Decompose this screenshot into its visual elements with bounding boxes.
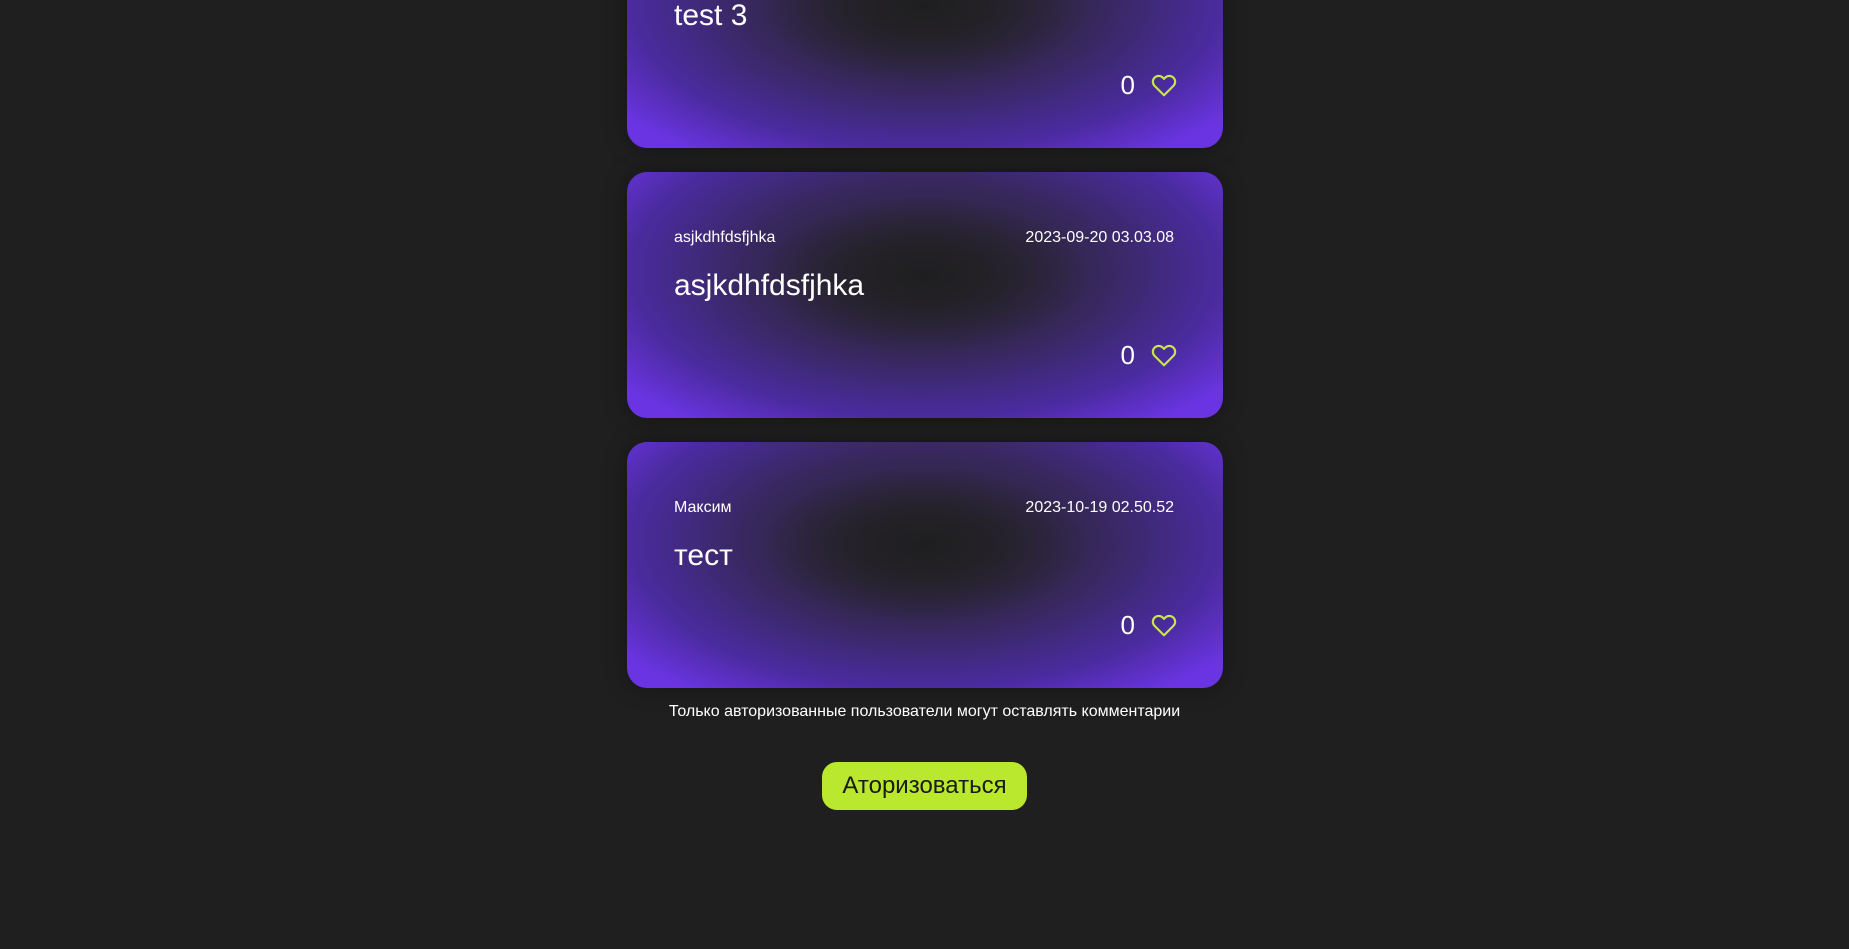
- heart-icon[interactable]: [1151, 73, 1177, 97]
- post-card: Максим 2023-10-19 02.50.52 тест 0: [627, 442, 1223, 688]
- post-title: asjkdhfdsfjhka: [674, 269, 865, 302]
- heart-icon[interactable]: [1151, 613, 1177, 637]
- like-count: 0: [1120, 70, 1135, 100]
- post-author: asjkdhfdsfjhka: [674, 229, 776, 246]
- post-card: asjkdhfdsfjhka 2023-09-20 03.03.08 asjkd…: [627, 172, 1223, 418]
- post-date: 2023-10-19 02.50.52: [1025, 499, 1174, 516]
- post-title: test 3: [674, 0, 748, 32]
- post-meta: asjkdhfdsfjhka 2023-09-20 03.03.08: [674, 228, 1174, 248]
- login-button[interactable]: Аторизоваться: [822, 762, 1027, 810]
- heart-icon[interactable]: [1151, 343, 1177, 367]
- post-meta: Максим 2023-10-19 02.50.52: [674, 498, 1174, 518]
- post-title: тест: [674, 539, 733, 572]
- post-likes: 0: [1121, 340, 1177, 370]
- like-count: 0: [1120, 340, 1135, 370]
- post-author: Максим: [674, 499, 732, 516]
- post-likes: 0: [1121, 610, 1177, 640]
- post-card: test 3 0: [627, 0, 1223, 148]
- auth-notice: Только авторизованные пользователи могут…: [668, 703, 1181, 720]
- post-date: 2023-09-20 03.03.08: [1025, 229, 1174, 246]
- post-likes: 0: [1121, 70, 1177, 100]
- like-count: 0: [1120, 610, 1135, 640]
